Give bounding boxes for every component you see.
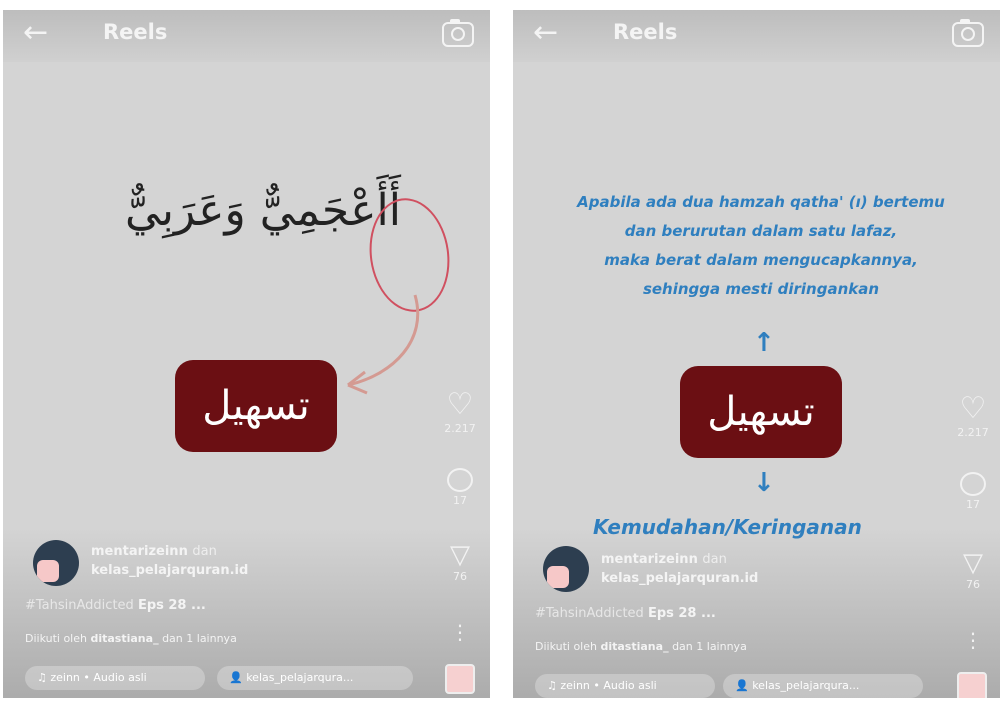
reel-screen-left: ← Reels أَأَعْجَمِيٌّ وَعَرَبِيٌّ تسهيل … <box>3 10 490 698</box>
caption-text: Eps 28 ... <box>137 598 206 613</box>
conjunction: dan <box>192 544 217 559</box>
audio-chip[interactable]: ♫ zeinn • Audio asli <box>535 674 715 698</box>
audio-chip[interactable]: ♫ zeinn • Audio asli <box>25 666 205 690</box>
avatar[interactable] <box>33 540 79 586</box>
comment-icon[interactable] <box>447 468 473 492</box>
account-chip[interactable]: 👤 kelas_pelajarqura... <box>723 674 923 698</box>
camera-icon[interactable] <box>442 19 474 47</box>
followed-by[interactable]: Diikuti oleh ditastiana_ dan 1 lainnya <box>535 640 747 653</box>
audio-label: zeinn • Audio asli <box>50 671 147 684</box>
collab-username[interactable]: kelas_pelajarquran.id <box>91 563 248 578</box>
like-count: 2.217 <box>957 426 989 439</box>
followed-by-prefix: Diikuti oleh <box>25 632 87 645</box>
explanation-line-4: sehingga mesti diringankan <box>642 280 880 298</box>
back-arrow-icon[interactable]: ← <box>23 18 48 48</box>
comment-group[interactable]: 17 <box>440 468 480 507</box>
share-group[interactable]: ▽ 76 <box>953 550 993 591</box>
heart-icon[interactable]: ♡ <box>440 390 480 420</box>
account-chip[interactable]: 👤 kelas_pelajarqura... <box>217 666 413 690</box>
page-title: Reels <box>613 20 678 44</box>
more-options[interactable]: ⋮ <box>953 630 993 650</box>
hashtag[interactable]: #TahsinAddicted <box>535 606 644 621</box>
username[interactable]: mentarizeinn <box>91 544 188 559</box>
followed-by-prefix: Diikuti oleh <box>535 640 597 653</box>
up-arrow-icon: ↑ <box>753 328 775 358</box>
reel-screen-right: ← Reels Apabila ada dua hamzah qatha' (ı… <box>513 10 1000 698</box>
caption[interactable]: #TahsinAddicted Eps 28 ... <box>25 598 206 613</box>
send-icon[interactable]: ▽ <box>440 542 480 568</box>
comment-count: 17 <box>453 494 467 507</box>
conjunction: dan <box>702 552 727 567</box>
comment-group[interactable]: 17 <box>953 472 993 511</box>
author-names[interactable]: mentarizeinn dan kelas_pelajarquran.id <box>91 542 248 580</box>
followed-by-suffix: dan 1 lainnya <box>162 632 237 645</box>
followed-by-suffix: dan 1 lainnya <box>672 640 747 653</box>
hashtag[interactable]: #TahsinAddicted <box>25 598 134 613</box>
explanation-line-1: Apabila ada dua hamzah qatha' (ı) bertem… <box>577 193 945 211</box>
tashil-badge: تسهيل <box>680 366 842 458</box>
like-group[interactable]: ♡ 2.217 <box>953 394 993 440</box>
like-count: 2.217 <box>444 422 476 435</box>
send-icon[interactable]: ▽ <box>953 550 993 576</box>
audio-thumbnail[interactable] <box>445 664 475 694</box>
top-bar: ← Reels <box>513 10 1000 62</box>
pointer-curve-arrow <box>347 294 420 395</box>
comment-count: 17 <box>966 498 980 511</box>
audio-thumbnail[interactable] <box>957 672 987 698</box>
camera-icon[interactable] <box>952 19 984 47</box>
more-icon[interactable]: ⋮ <box>440 622 480 642</box>
followed-by[interactable]: Diikuti oleh ditastiana_ dan 1 lainnya <box>25 632 237 645</box>
author-names[interactable]: mentarizeinn dan kelas_pelajarquran.id <box>601 550 758 588</box>
collab-username[interactable]: kelas_pelajarquran.id <box>601 571 758 586</box>
account-label: kelas_pelajarqura... <box>246 671 354 684</box>
down-arrow-icon: ↓ <box>753 468 775 498</box>
follower-name[interactable]: ditastiana_ <box>600 640 668 653</box>
explanation-line-2: dan berurutan dalam satu lafaz, <box>624 222 898 240</box>
share-count: 76 <box>966 578 980 591</box>
caption[interactable]: #TahsinAddicted Eps 28 ... <box>535 606 716 621</box>
more-icon[interactable]: ⋮ <box>953 630 993 650</box>
explanation-line-3: maka berat dalam mengucapkannya, <box>604 251 918 269</box>
like-group[interactable]: ♡ 2.217 <box>440 390 480 436</box>
explanation-text: Apabila ada dua hamzah qatha' (ı) bertem… <box>521 188 1000 304</box>
page-title: Reels <box>103 20 168 44</box>
top-bar: ← Reels <box>3 10 490 62</box>
follower-name[interactable]: ditastiana_ <box>90 632 158 645</box>
heart-icon[interactable]: ♡ <box>953 394 993 424</box>
share-group[interactable]: ▽ 76 <box>440 542 480 583</box>
tashil-badge: تسهيل <box>175 360 337 452</box>
audio-label: zeinn • Audio asli <box>560 679 657 692</box>
account-label: kelas_pelajarqura... <box>752 679 860 692</box>
caption-text: Eps 28 ... <box>647 606 716 621</box>
more-options[interactable]: ⋮ <box>440 622 480 642</box>
back-arrow-icon[interactable]: ← <box>533 18 558 48</box>
share-count: 76 <box>453 570 467 583</box>
username[interactable]: mentarizeinn <box>601 552 698 567</box>
comment-icon[interactable] <box>960 472 986 496</box>
avatar[interactable] <box>543 546 589 592</box>
